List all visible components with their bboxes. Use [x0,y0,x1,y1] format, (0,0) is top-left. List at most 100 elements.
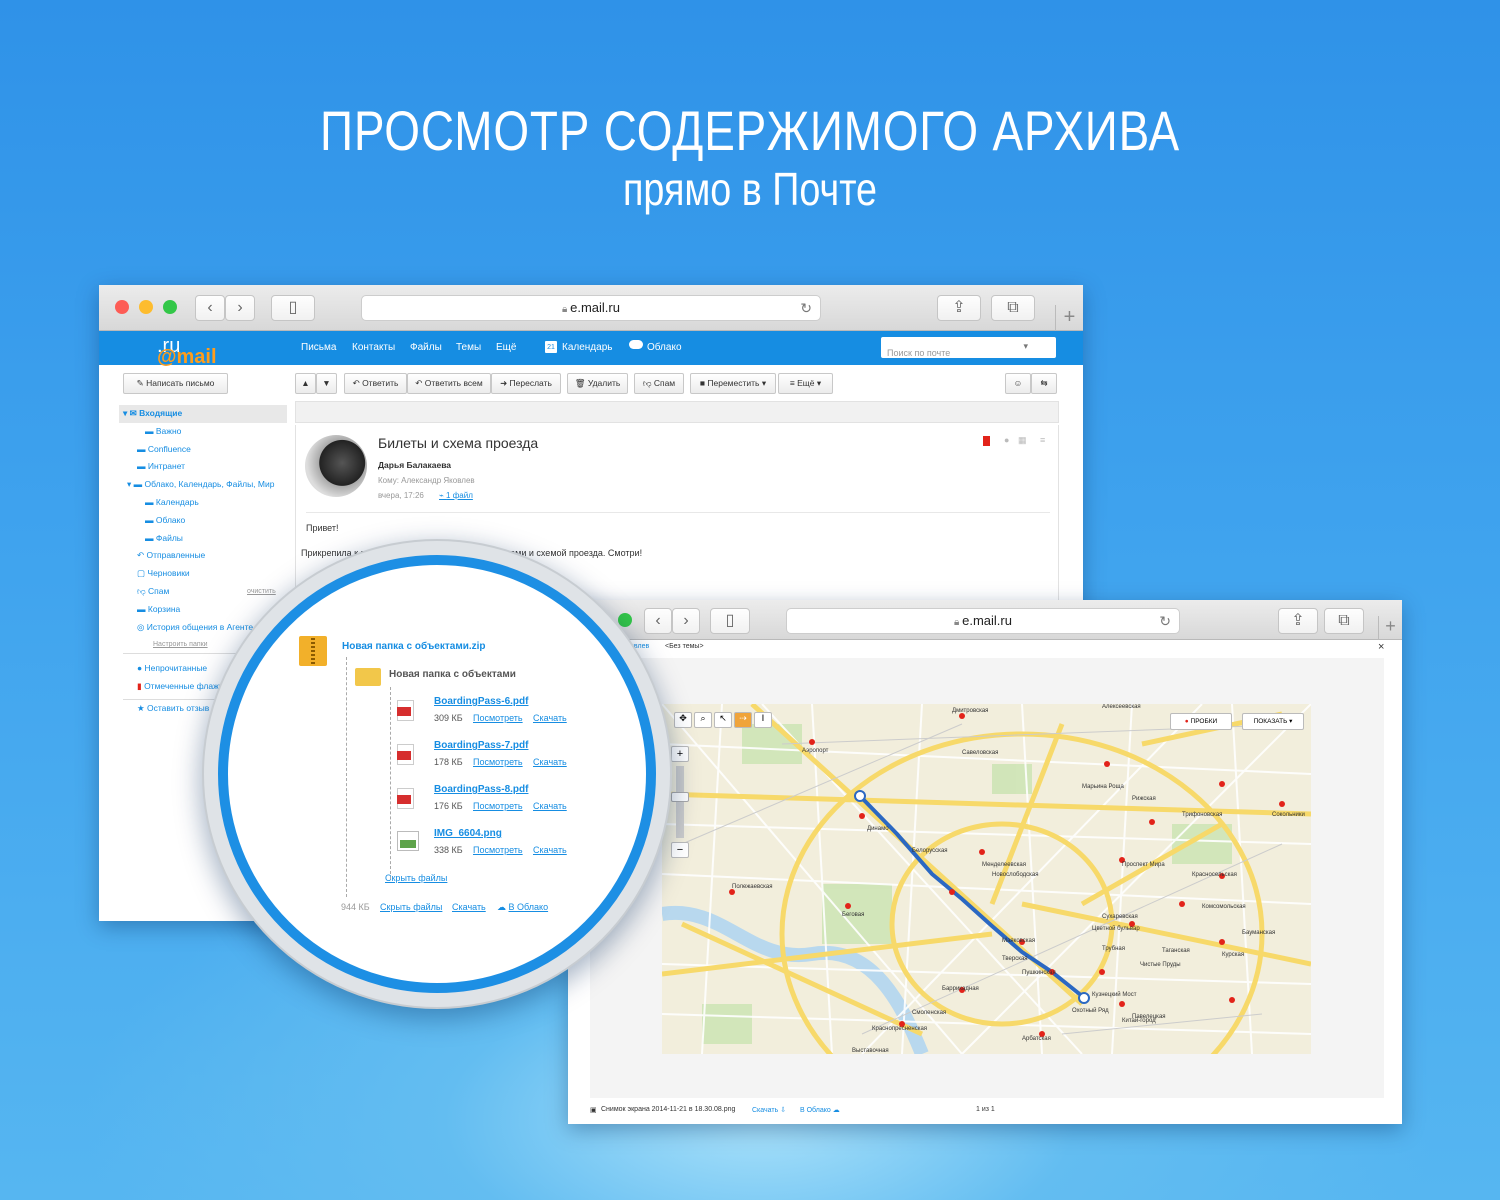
archive-folder-name[interactable]: Новая папка с объектами [389,669,516,680]
sender-avatar[interactable] [305,435,367,497]
viewer-maximize-button[interactable] [618,613,632,627]
nav-more[interactable]: Ещё [496,342,516,353]
file-view-link-3[interactable]: Посмотреть [473,845,523,855]
file-name-1[interactable]: BoardingPass-7.pdf [434,740,528,751]
viewer-tabs-icon[interactable]: ⧉ [1324,608,1364,634]
file-view-link-0[interactable]: Посмотреть [473,713,523,723]
search-dropdown-icon[interactable]: ▾ [1023,341,1028,352]
file-name-3[interactable]: IMG_6604.png [434,828,502,839]
show-layers-button[interactable]: ПОКАЗАТЬ ▾ [1242,713,1304,730]
folder-trash[interactable]: ▬ Корзина [123,601,287,619]
flag-icon[interactable] [983,436,990,446]
nav-letters[interactable]: Письма [301,342,336,353]
viewer-back-button[interactable]: ‹ [644,608,672,634]
folder-important[interactable]: ▬ Важно [123,423,287,441]
delete-button[interactable]: 🗑︎ Удалить [567,373,628,394]
layout-icon[interactable]: ⇆ [1031,373,1057,394]
folder-confluence[interactable]: ▬ Confluence [123,441,287,459]
viewer-share-icon[interactable]: ⇪ [1278,608,1318,634]
file-view-link-1[interactable]: Посмотреть [473,757,523,767]
back-button[interactable]: ‹ [195,295,225,321]
file-name-0[interactable]: BoardingPass-6.pdf [434,696,528,707]
archive-download-link[interactable]: Скачать [452,902,486,912]
file-download-link-3[interactable]: Скачать [533,845,567,855]
search-input[interactable]: Поиск по почте ▾ [881,337,1056,358]
zoom-out-button[interactable]: − [671,842,689,858]
map-ruler-icon[interactable]: Ⅰ [754,712,772,728]
theme-icon[interactable]: ☺ [1005,373,1031,394]
viewer-filename: Снимок экрана 2014-11-21 в 18.30.08.png [601,1106,736,1113]
nav-calendar[interactable]: Календарь [562,342,612,353]
print-icon[interactable]: ▦ [1018,435,1027,446]
spam-button[interactable]: 👎︎ Спам [634,373,684,394]
map-search-icon[interactable]: ⌕ [694,712,712,728]
folder-intranet[interactable]: ▬ Интранет [123,458,287,476]
clear-spam-link[interactable]: очистить [247,583,276,601]
zoom-slider[interactable] [671,766,689,838]
address-bar[interactable]: 🔒︎ e.mail.ru ↻ [361,295,821,321]
zip-archive-name[interactable]: Новая папка с объектами.zip [342,641,486,652]
mailru-logo[interactable]: @mail .ru [157,335,217,368]
viewer-address-bar[interactable]: 🔒︎ e.mail.ru ↻ [786,608,1180,634]
nav-files[interactable]: Файлы [410,342,442,353]
share-icon[interactable]: ⇪ [937,295,981,321]
folder-calendar[interactable]: ▬ Календарь [123,494,287,512]
minimize-window-button[interactable] [139,300,153,314]
archive-cloud-link[interactable]: ☁︎ В Облако [497,902,548,913]
sidebar-toggle-icon[interactable]: ▯ [271,295,315,321]
file-view-link-2[interactable]: Посмотреть [473,801,523,811]
map-hand-icon[interactable]: ✥ [674,712,692,728]
reply-button[interactable]: ↶ Ответить [344,373,407,394]
more-button[interactable]: ≡ Ещё ▾ [778,373,833,394]
search-icon[interactable]: ⌕ [1043,339,1050,355]
new-tab-button[interactable]: + [1055,305,1083,331]
folder-sent[interactable]: ↶ Отправленные [123,547,287,565]
sender-name[interactable]: Дарья Балакаева [378,460,451,470]
read-status-icon[interactable]: ● [1004,435,1009,445]
tabs-icon[interactable]: ⧉ [991,295,1035,321]
folder-drafts[interactable]: ▢ Черновики [123,565,287,583]
viewer-cloud-link[interactable]: В Облако ☁︎ [800,1106,840,1114]
viewer-download-link[interactable]: Скачать ⇩ [752,1106,786,1114]
prev-message-button[interactable]: ▲ [295,373,316,394]
hide-files-link[interactable]: Скрыть файлы [385,873,447,883]
move-button[interactable]: ■ Переместить ▾ [690,373,776,394]
map-image[interactable]: Дмитровская Алексеевская Рижская Марьина Ро… [662,704,1311,1054]
viewer-close-button[interactable]: × [1378,641,1384,653]
attachments-link[interactable]: ⌁ 1 файл [439,491,473,500]
file-download-link-2[interactable]: Скачать [533,801,567,811]
pdf-icon [397,744,414,765]
map-pointer-icon[interactable]: ↖ [714,712,732,728]
forward-mail-button[interactable]: ➜ Переслать [491,373,561,394]
map-station-label: Краснопресненская [872,1026,927,1032]
menu-icon[interactable]: ≡ [1040,435,1045,445]
folder-spam[interactable]: 👎︎ Спам очистить [123,583,287,601]
maximize-window-button[interactable] [163,300,177,314]
forward-button[interactable]: › [225,295,255,321]
viewer-new-tab-button[interactable]: + [1378,616,1402,640]
folder-cloud-group[interactable]: ▾ ▬ Облако, Календарь, Файлы, Мир [123,476,287,494]
viewer-breadcrumb[interactable]: о Яковлев [616,643,649,650]
compose-button[interactable]: ✎ Написать письмо [123,373,228,394]
folder-files[interactable]: ▬ Файлы [123,530,287,548]
folder-agent[interactable]: ◎ История общения в Агенте [123,619,287,637]
viewer-sidebar-icon[interactable]: ▯ [710,608,750,634]
archive-hide-link[interactable]: Скрыть файлы [380,902,442,912]
traffic-button[interactable]: ● ПРОБКИ [1170,713,1232,730]
zoom-in-button[interactable]: + [671,746,689,762]
reply-all-button[interactable]: ↶ Ответить всем [407,373,491,394]
nav-themes[interactable]: Темы [456,342,481,353]
viewer-reload-icon[interactable]: ↻ [1159,609,1171,633]
folder-cloud[interactable]: ▬ Облако [123,512,287,530]
next-message-button[interactable]: ▼ [316,373,337,394]
nav-cloud[interactable]: Облако [647,342,682,353]
file-download-link-1[interactable]: Скачать [533,757,567,767]
close-window-button[interactable] [115,300,129,314]
folder-inbox[interactable]: ▾ ✉ Входящие [119,405,287,423]
viewer-forward-button[interactable]: › [672,608,700,634]
map-route-icon[interactable]: ⇢ [734,712,752,728]
file-download-link-0[interactable]: Скачать [533,713,567,723]
nav-contacts[interactable]: Контакты [352,342,395,353]
file-name-2[interactable]: BoardingPass-8.pdf [434,784,528,795]
reload-icon[interactable]: ↻ [800,296,812,320]
